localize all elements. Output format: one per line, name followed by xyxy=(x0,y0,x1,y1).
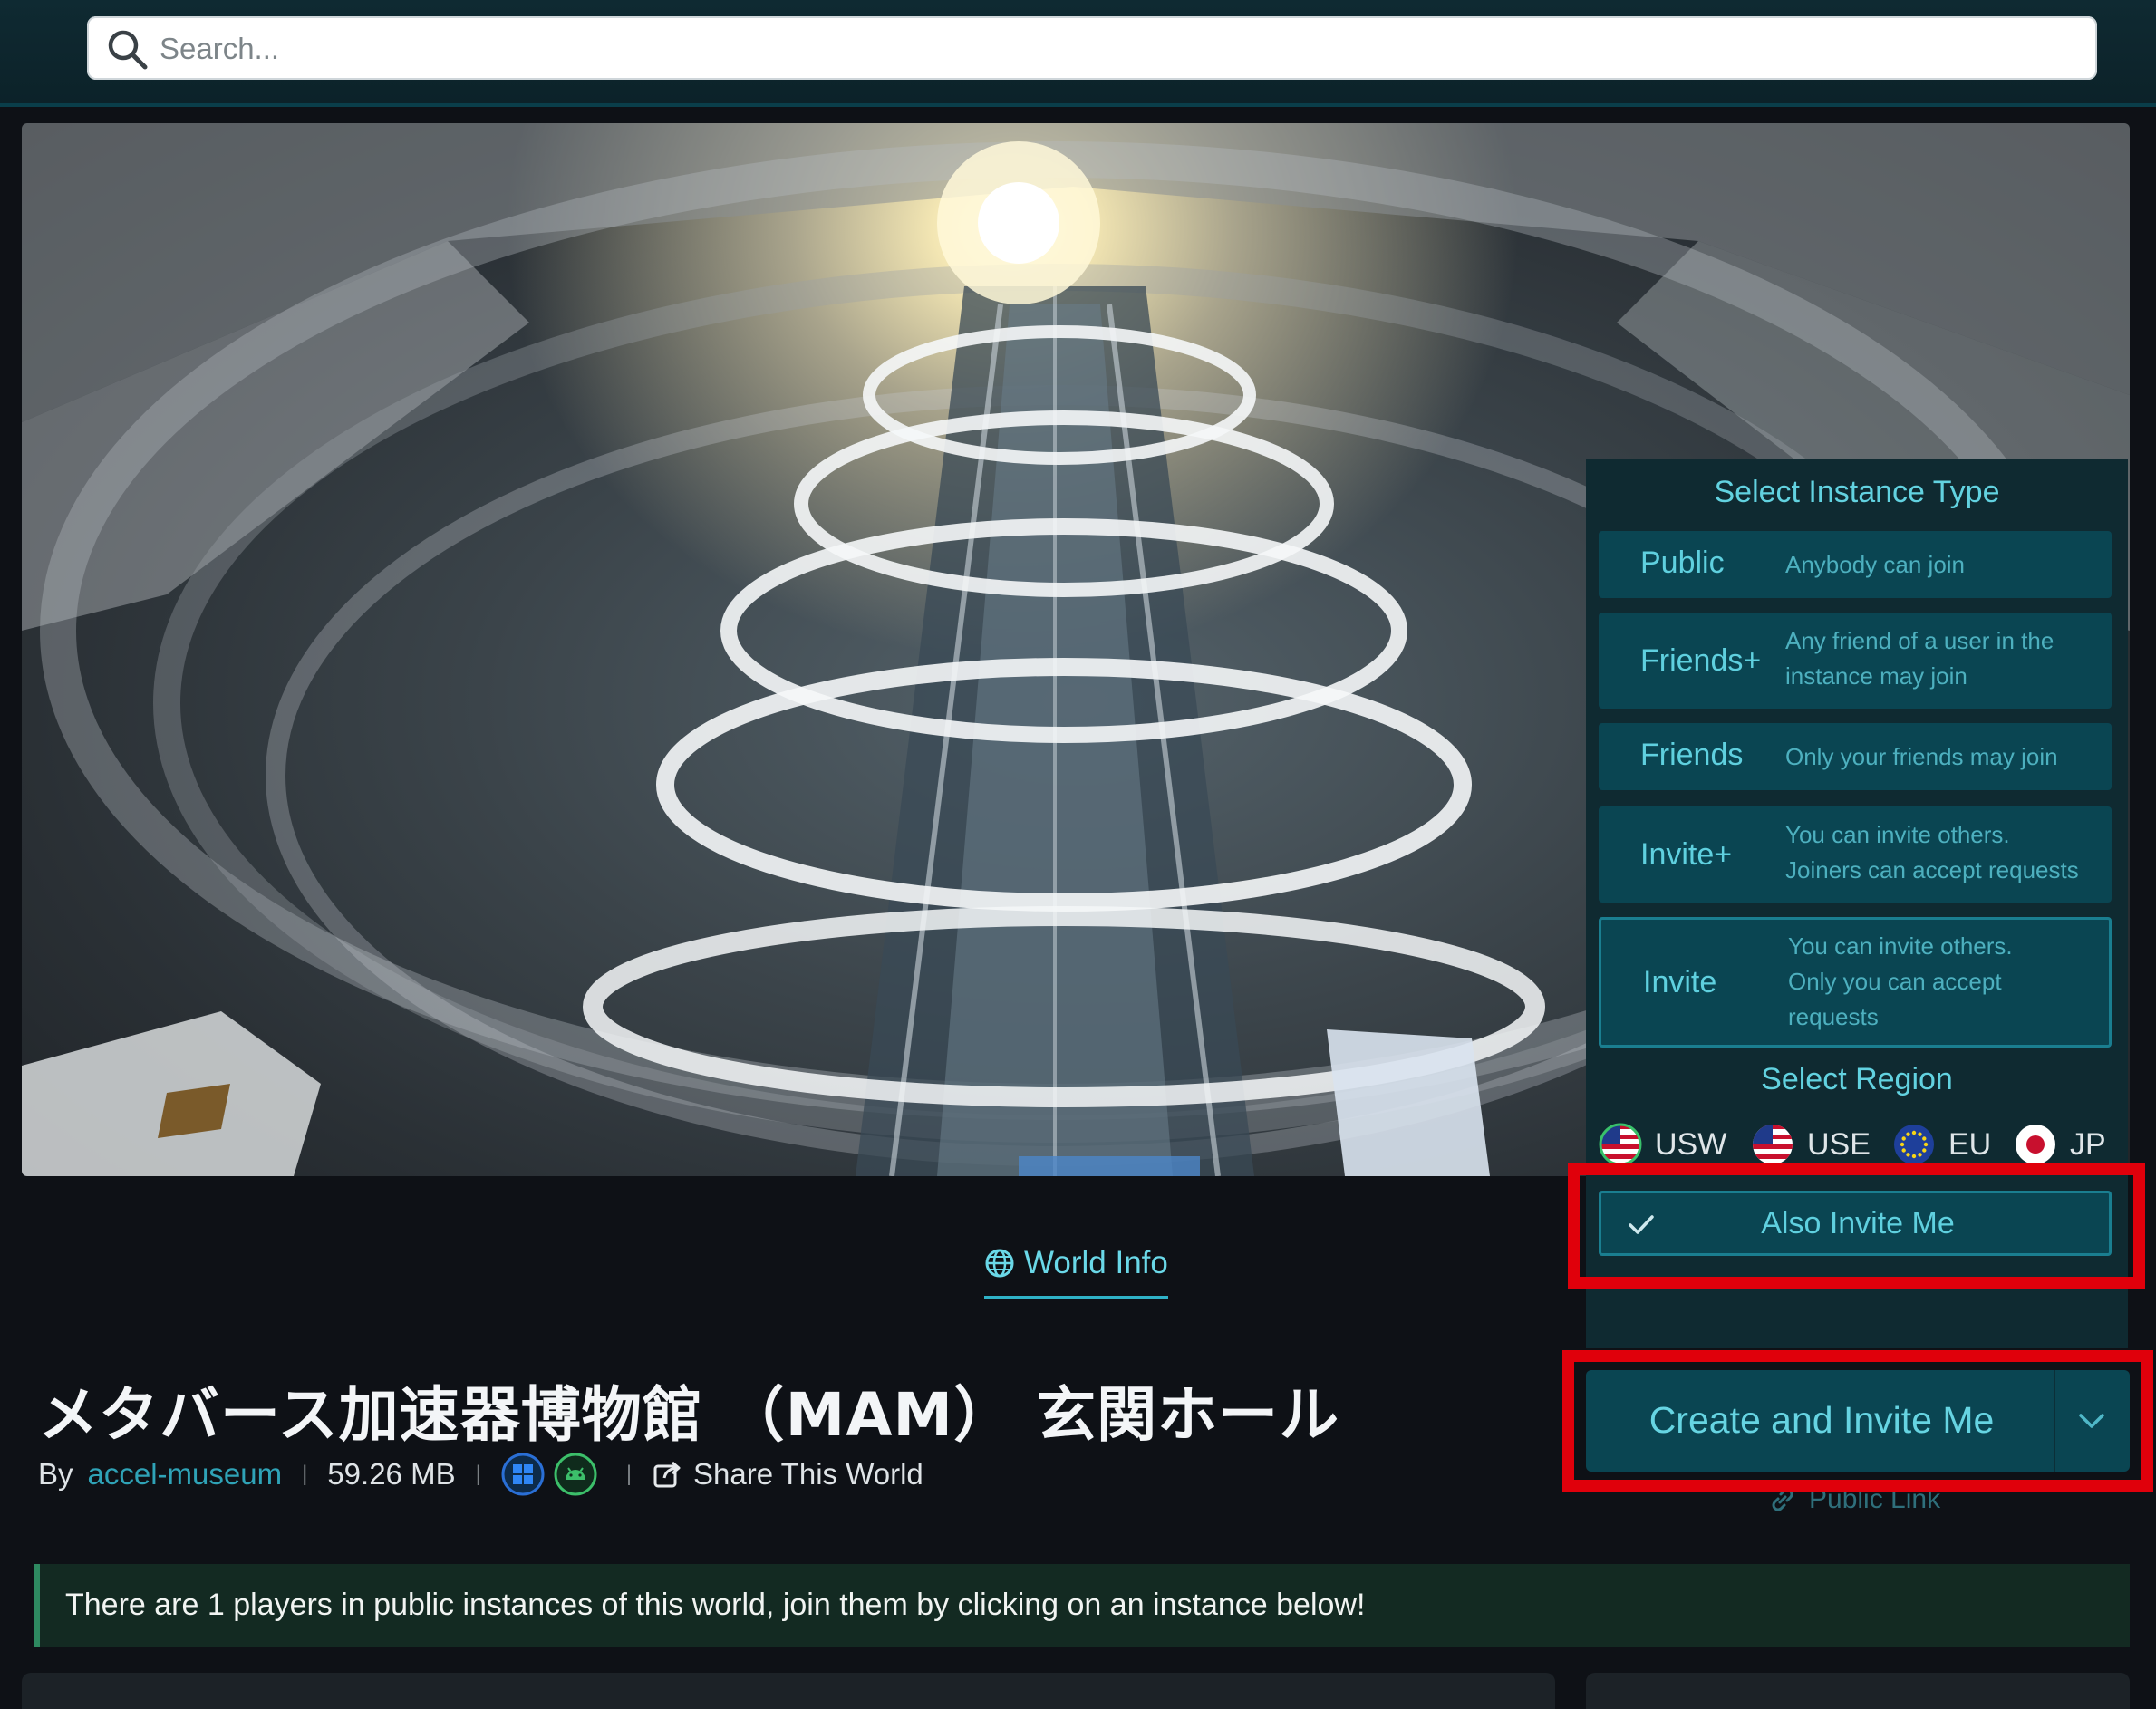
region-title: Select Region xyxy=(1761,1062,1953,1096)
instance-card xyxy=(22,1673,1555,1709)
instance-type-name: Friends xyxy=(1640,738,1744,772)
instance-type-name: Friends+ xyxy=(1640,643,1762,678)
region-label: EU xyxy=(1948,1126,1992,1162)
instance-card xyxy=(1586,1673,2130,1709)
instance-type-friends[interactable]: Friends Only your friends may join xyxy=(1599,723,2112,790)
public-instances-notice: There are 1 players in public instances … xyxy=(34,1564,2130,1647)
world-size: 59.26 MB xyxy=(327,1457,456,1491)
region-usw[interactable]: USW xyxy=(1599,1120,1726,1169)
divider: | xyxy=(625,1462,633,1486)
instance-type-invite-plus[interactable]: Invite+ You can invite others. Joiners c… xyxy=(1599,806,2112,903)
instance-type-desc: Anybody can join xyxy=(1785,551,1966,578)
desc-line: Joiners can accept requests xyxy=(1785,856,2079,883)
us-flag-icon xyxy=(1753,1125,1793,1164)
search-icon xyxy=(108,30,148,70)
globe-icon xyxy=(985,1249,1014,1278)
desc-line: You can invite others. xyxy=(1785,821,2010,848)
highlight-box xyxy=(1562,1350,2153,1492)
region-label: JP xyxy=(2070,1126,2106,1162)
share-world-link[interactable]: Share This World xyxy=(693,1457,923,1492)
world-meta: By accel-museum | 59.26 MB | | Share Thi… xyxy=(38,1452,923,1497)
instance-type-desc: Any friend of a user in the instance may… xyxy=(1785,623,2054,694)
highlight-box xyxy=(1568,1163,2145,1289)
instance-type-desc: You can invite others. Joiners can accep… xyxy=(1785,817,2079,888)
instance-type-invite[interactable]: Invite You can invite others. Only you c… xyxy=(1599,917,2112,1048)
region-label: USE xyxy=(1807,1126,1871,1162)
region-eu[interactable]: EU xyxy=(1892,1120,1991,1169)
desc-line: Any friend of a user in the xyxy=(1785,627,2054,654)
notice-text: There are 1 players in public instances … xyxy=(65,1588,1366,1622)
by-label: By xyxy=(38,1457,73,1491)
desc-line: Only you can accept xyxy=(1788,968,2002,995)
search-box[interactable] xyxy=(87,16,2097,80)
jp-flag-icon xyxy=(2016,1125,2055,1164)
divider: | xyxy=(475,1462,481,1486)
instance-type-name: Invite+ xyxy=(1640,837,1733,872)
desc-line: You can invite others. xyxy=(1788,932,2013,960)
tab-label: World Info xyxy=(1024,1245,1168,1280)
android-icon xyxy=(554,1453,597,1496)
us-flag-icon xyxy=(1599,1123,1642,1166)
author-link[interactable]: accel-museum xyxy=(88,1457,283,1492)
divider: | xyxy=(302,1462,308,1486)
eu-flag-icon xyxy=(1894,1125,1934,1164)
desc-line: instance may join xyxy=(1785,662,1967,690)
instance-type-public[interactable]: Public Anybody can join xyxy=(1599,531,2112,598)
instance-type-desc: You can invite others. Only you can acce… xyxy=(1788,929,2013,1035)
instance-type-friends-plus[interactable]: Friends+ Any friend of a user in the ins… xyxy=(1599,613,2112,709)
instance-type-title: Select Instance Type xyxy=(1714,475,2000,509)
instance-type-name: Public xyxy=(1640,546,1725,580)
top-bar xyxy=(0,0,2156,107)
instance-type-desc: Only your friends may join xyxy=(1785,743,2058,770)
share-icon xyxy=(653,1461,681,1488)
world-title: メタバース加速器博物館 （MAM） 玄関ホール xyxy=(38,1380,1340,1450)
windows-icon xyxy=(501,1453,545,1496)
search-input[interactable] xyxy=(158,25,2064,72)
region-jp[interactable]: JP xyxy=(2014,1120,2106,1169)
desc-line: requests xyxy=(1788,1003,1879,1030)
region-use[interactable]: USE xyxy=(1751,1120,1871,1169)
instance-type-name: Invite xyxy=(1643,965,1717,999)
region-label: USW xyxy=(1655,1126,1727,1162)
tab-world-info[interactable]: World Info xyxy=(984,1236,1168,1299)
